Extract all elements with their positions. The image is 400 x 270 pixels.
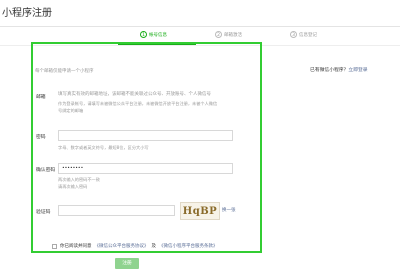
register-button[interactable]: 注册 [115, 258, 139, 269]
top-bar: 小程序注册 [0, 0, 400, 27]
login-prompt: 已有微信小程序？立即登录 [310, 66, 368, 73]
service-agreement-link[interactable]: 《微信公众平台服务协议》 [95, 243, 149, 249]
password-label: 密码 [36, 135, 46, 140]
confirm-password-hint: 请再次输入密码 [58, 184, 88, 189]
step-label: 邮箱激活 [224, 32, 242, 38]
password-hint: 字母、数字或者英文符号，最短8位，区分大小写 [58, 145, 149, 150]
step-number: 1 [140, 31, 147, 38]
confirm-password-label: 确认密码 [36, 168, 56, 173]
captcha-image[interactable]: HqBP [180, 202, 220, 220]
step-account-info: 1 帐号信息 [140, 31, 167, 38]
step-number: 3 [290, 31, 297, 38]
step-info-registration: 3 信息登记 [290, 31, 317, 38]
email-hint-line-2: 号绑定的邮箱 [58, 108, 84, 113]
captcha-field[interactable] [58, 205, 175, 216]
email-hint-line-1: 作为登录帐号，请填写未被微信公众平台注册，未被微信开放平台注册，未被个人微信 [58, 101, 218, 106]
step-label: 帐号信息 [149, 32, 167, 38]
login-prompt-text: 已有微信小程序？ [310, 68, 349, 73]
form-intro: 每个邮箱仅能申请一个小程序 [35, 69, 94, 74]
confirm-password-error: 两次输入的密码不一致 [58, 177, 100, 182]
platform-terms-link[interactable]: 《微信小程序平台服务条款》 [159, 243, 218, 249]
step-email-activation: 2 邮箱激活 [215, 31, 242, 38]
captcha-label: 验证码 [36, 210, 51, 215]
email-warning: 填写真实有效的邮箱地址，该邮箱不能关联过公众号、开放账号、个人微信号 [58, 92, 211, 97]
agreement-row: 你已阅读并同意 《微信公众平台服务协议》 及 《微信小程序平台服务条款》 [52, 243, 218, 249]
agree-checkbox[interactable] [52, 243, 57, 249]
agreement-prefix: 你已阅读并同意 [60, 244, 92, 249]
step-number: 2 [215, 31, 222, 38]
login-link[interactable]: 立即登录 [348, 68, 367, 73]
confirm-password-field[interactable]: •••••••• [58, 163, 233, 174]
step-label: 信息登记 [299, 32, 317, 38]
refresh-captcha-link[interactable]: 换一张 [222, 207, 236, 213]
agreement-and: 及 [151, 244, 157, 249]
page-title: 小程序注册 [2, 8, 52, 19]
email-label: 邮箱 [36, 95, 46, 100]
step-indicator: 1 帐号信息 2 邮箱激活 3 信息登记 [0, 29, 400, 46]
password-field[interactable] [58, 130, 233, 141]
